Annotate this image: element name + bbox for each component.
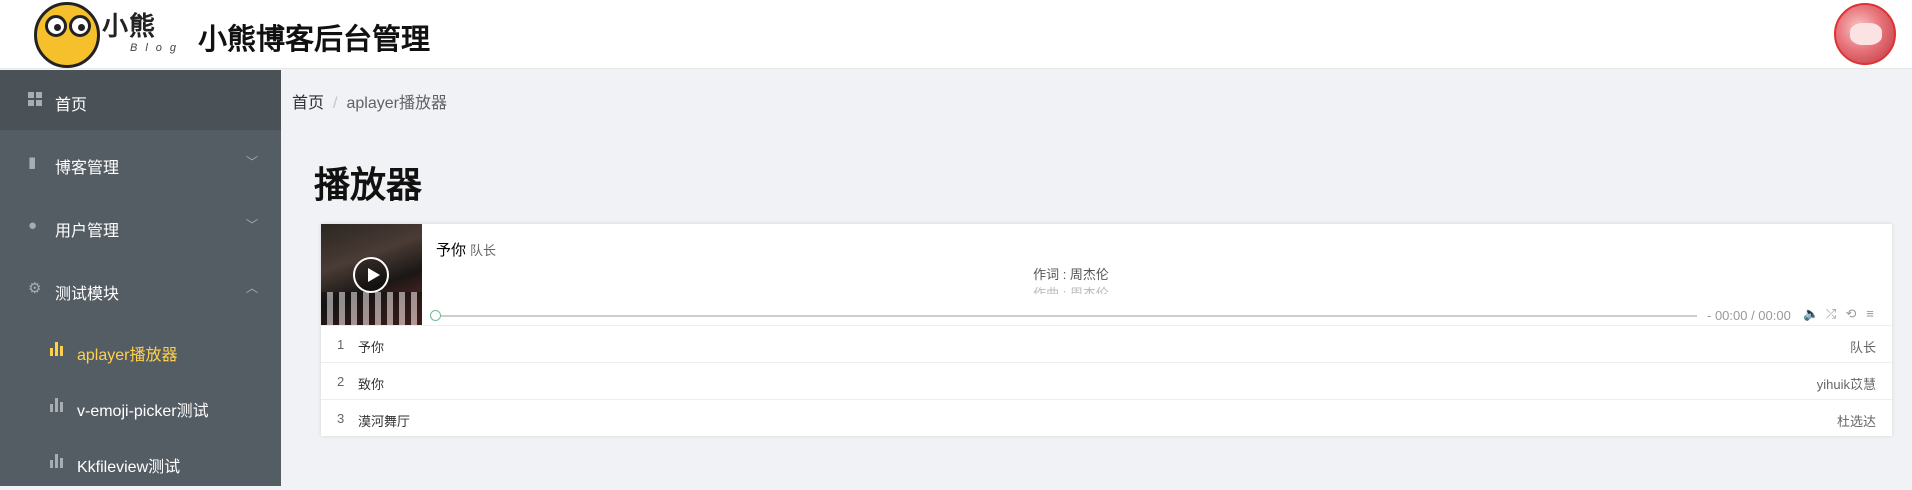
progress-bar[interactable]: [430, 310, 1697, 321]
breadcrumb-home[interactable]: 首页: [292, 95, 324, 112]
bar-chart-icon: [50, 342, 64, 360]
grid-icon: [28, 92, 44, 108]
sidebar-item-blog-management[interactable]: ▮ 博客管理 ﹀: [0, 133, 281, 193]
book-icon: ▮: [28, 154, 37, 171]
owl-logo-icon: [34, 2, 100, 68]
song-artist: 队长: [470, 243, 497, 258]
sidebar-item-label: 测试模块: [55, 286, 120, 303]
page-title: 播放器: [314, 164, 423, 205]
track-name: 致你: [358, 377, 385, 392]
user-icon: ●: [28, 217, 38, 234]
track-index: 3: [337, 411, 345, 426]
playlist: 1 予你 队长 2 致你 yihuik苡慧 3 漠河舞厅 杜选达: [321, 325, 1892, 436]
sidebar-item-label: 用户管理: [55, 223, 120, 240]
track-artist: 队长: [1849, 340, 1876, 355]
playlist-menu-icon[interactable]: ≡: [1862, 306, 1878, 321]
track-index: 2: [337, 374, 345, 389]
breadcrumb-separator: /: [333, 95, 338, 112]
shuffle-icon[interactable]: ⤮: [1823, 306, 1839, 322]
sidebar-item-user-management[interactable]: ● 用户管理 ﹀: [0, 196, 281, 256]
logo-text: 小熊: [102, 12, 157, 42]
playlist-item[interactable]: 3 漠河舞厅 杜选达: [321, 399, 1892, 436]
logo-subtext: Blog: [130, 42, 185, 54]
playlist-item[interactable]: 1 予你 队长: [321, 325, 1892, 362]
track-artist: yihuik苡慧: [1816, 377, 1876, 392]
gear-icon: ⚙: [28, 280, 42, 297]
app-title: 小熊博客后台管理: [198, 24, 431, 56]
sidebar-item-test-module[interactable]: ⚙ 测试模块 ︿: [0, 259, 281, 319]
sidebar-item-label: 首页: [55, 97, 88, 114]
song-title: 予你: [436, 242, 467, 259]
sidebar-subitem-emoji-picker[interactable]: v-emoji-picker测试: [0, 378, 281, 434]
bar-chart-icon: [50, 454, 64, 472]
user-avatar[interactable]: [1834, 3, 1896, 65]
lyric-line: 作曲 : 周杰伦: [1033, 286, 1109, 294]
album-cover[interactable]: [321, 224, 422, 325]
aplayer: 予你 队长 作词 : 周杰伦 作曲 : 周杰伦 - 00:00 / 00:00 🔈…: [321, 224, 1892, 436]
chevron-up-icon: ︿: [246, 281, 259, 295]
chevron-down-icon: ﹀: [246, 155, 259, 169]
sidebar-subitem-label: aplayer播放器: [77, 347, 178, 364]
progress-handle[interactable]: [430, 310, 441, 321]
sidebar-subitem-label: Kkfileview测试: [77, 459, 181, 476]
sidebar-menu: 首页 ▮ 博客管理 ﹀ ● 用户管理 ﹀ ⚙ 测试模块 ︿ aplayer播放器…: [0, 70, 281, 486]
volume-icon[interactable]: 🔈: [1803, 306, 1819, 322]
lyrics: 作词 : 周杰伦 作曲 : 周杰伦: [921, 264, 1221, 294]
top-header: 小熊 Blog 小熊博客后台管理: [0, 0, 1912, 69]
sidebar-subitem-aplayer[interactable]: aplayer播放器: [0, 322, 281, 378]
track-artist: 杜选达: [1836, 414, 1876, 429]
loop-icon[interactable]: ⟲: [1843, 306, 1859, 322]
sidebar-subitem-kkfileview[interactable]: Kkfileview测试: [0, 434, 281, 490]
sidebar-item-home[interactable]: 首页: [0, 70, 281, 130]
sidebar-subitem-label: v-emoji-picker测试: [77, 403, 209, 420]
breadcrumb: 首页 / aplayer播放器: [292, 89, 447, 113]
lyric-line: 作词 : 周杰伦: [1033, 267, 1109, 282]
chevron-down-icon: ﹀: [246, 218, 259, 232]
playlist-item[interactable]: 2 致你 yihuik苡慧: [321, 362, 1892, 399]
sidebar-item-label: 博客管理: [55, 160, 120, 177]
breadcrumb-current: aplayer播放器: [346, 95, 447, 112]
track-name: 漠河舞厅: [358, 414, 411, 429]
track-index: 1: [337, 337, 345, 352]
track-name: 予你: [358, 340, 385, 355]
time-display: - 00:00 / 00:00: [1707, 308, 1791, 323]
play-icon[interactable]: [353, 257, 389, 293]
logo[interactable]: 小熊 Blog: [34, 2, 176, 68]
song-info: 予你 队长: [436, 239, 496, 260]
bar-chart-icon: [50, 398, 64, 416]
